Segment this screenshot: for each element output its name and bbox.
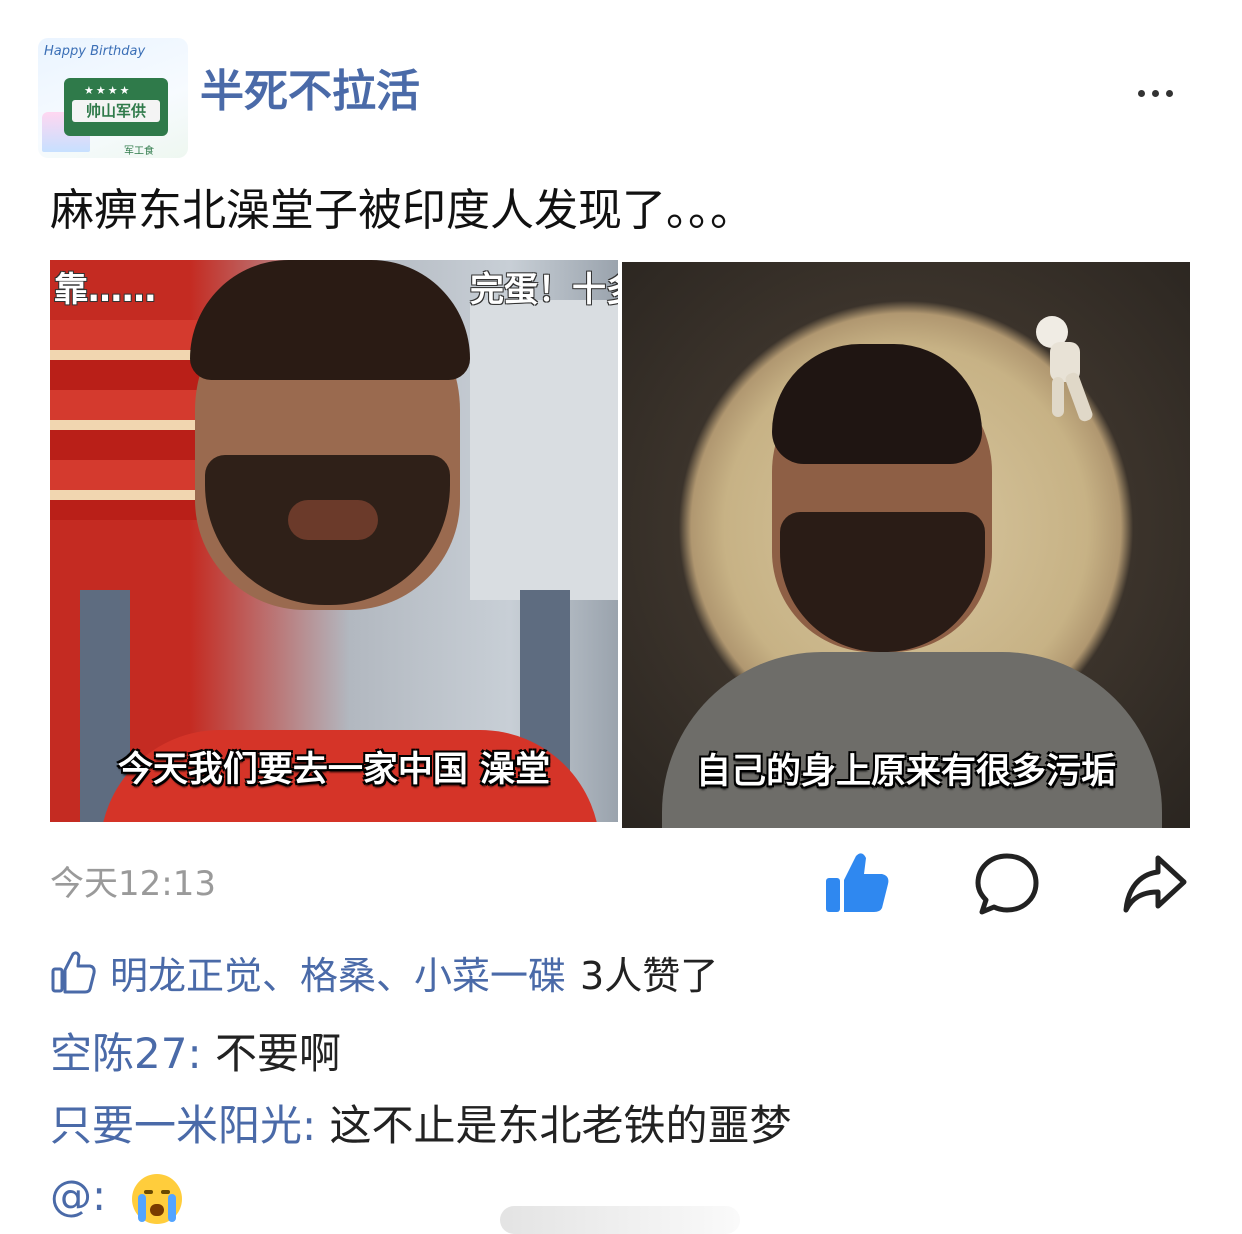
thumbs-up-outline-icon xyxy=(51,951,96,994)
shop-signs xyxy=(50,320,200,520)
avatar-arc-text: Happy Birthday xyxy=(44,44,146,59)
comment-author[interactable]: @: xyxy=(50,1171,106,1220)
avatar-badge-text: 帅山军供 xyxy=(72,100,160,122)
like-button[interactable] xyxy=(822,848,892,918)
comment-text: 这不止是东北老铁的噩梦 xyxy=(329,1101,792,1150)
more-icon-dot xyxy=(1151,89,1159,97)
likes-row: 明龙正觉、格桑、小菜一碟 3人赞了 xyxy=(50,942,718,1002)
stars-icon: ★★★★ xyxy=(84,84,132,97)
grey-shirt xyxy=(662,652,1162,828)
comment-item: @: xyxy=(50,1168,182,1224)
comment-item: 只要一米阳光: 这不止是东北老铁的噩梦 xyxy=(50,1098,792,1154)
image-caption: 今天我们要去一家中国 澡堂 xyxy=(117,749,551,790)
more-icon xyxy=(1137,89,1145,97)
post-timestamp: 今天12:13 xyxy=(50,864,216,904)
comment-bubble-icon xyxy=(975,853,1039,915)
watermark xyxy=(500,1206,740,1234)
thumbs-up-filled-icon xyxy=(826,853,889,912)
person-hair xyxy=(190,260,470,380)
comment-author[interactable]: 空陈27: xyxy=(50,1029,202,1078)
liker-names[interactable]: 明龙正觉、格桑、小菜一碟 xyxy=(110,945,566,1000)
crying-face-emoji xyxy=(131,1173,182,1224)
comment-text: 不要啊 xyxy=(214,1029,341,1078)
image-top-left-text: 靠…… xyxy=(54,270,156,310)
share-arrow-icon xyxy=(1123,855,1187,913)
more-icon-dot xyxy=(1165,89,1173,97)
avatar-badge: ★★★★ 帅山军供 xyxy=(64,78,168,136)
image-caption: 自己的身上原来有很多污垢 xyxy=(695,751,1116,792)
person-mouth xyxy=(288,500,378,540)
comment-button[interactable] xyxy=(972,848,1042,918)
post-text: 麻痹东北澡堂子被印度人发现了。。。 xyxy=(50,185,754,236)
likes-count: 3人赞了 xyxy=(580,953,719,998)
image-top-right-text: 完蛋！十多倍 xyxy=(470,270,618,310)
username[interactable]: 半死不拉活 xyxy=(200,62,420,122)
post-image-1[interactable]: 靠…… 完蛋！十多倍 今天我们要去一家中国 澡堂 xyxy=(50,260,618,822)
more-button[interactable] xyxy=(1120,70,1190,116)
comment-author[interactable]: 只要一米阳光: xyxy=(50,1101,316,1150)
comment-item: 空陈27: 不要啊 xyxy=(50,1026,341,1082)
astronaut-icon xyxy=(1036,316,1093,422)
post-image-2[interactable]: 自己的身上原来有很多污垢 xyxy=(622,262,1190,828)
avatar-sub-text: 军工食 xyxy=(124,146,154,157)
user-avatar[interactable]: Happy Birthday ★★★★ 帅山军供 军工食 xyxy=(38,38,188,158)
share-button[interactable] xyxy=(1120,848,1190,918)
building xyxy=(470,300,618,600)
